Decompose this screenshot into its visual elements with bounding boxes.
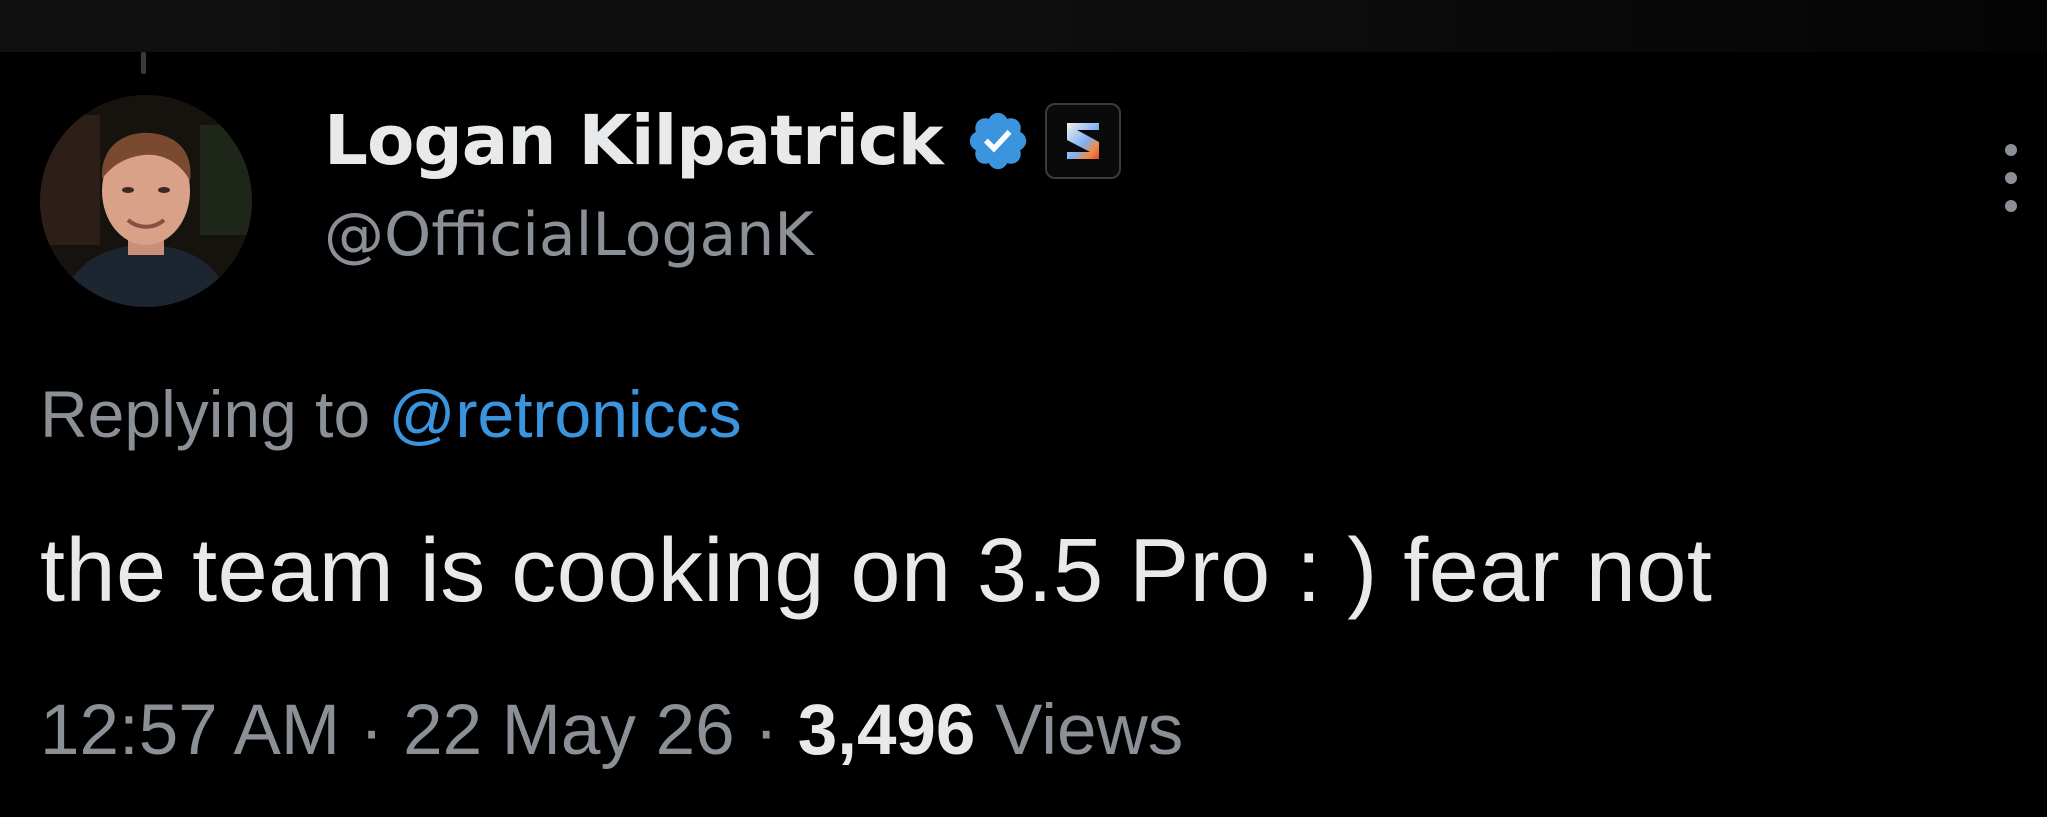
thread-connector-line [141,52,146,74]
views-label: Views [975,691,1184,770]
avatar[interactable] [40,95,252,307]
tweet-time[interactable]: 12:57 AM [40,691,340,770]
reply-context-prefix: Replying to [40,377,389,451]
views-count: 3,496 [797,691,976,770]
author-handle[interactable]: @OfficialLoganK [324,200,814,270]
tweet-text: the team is cooking on 3.5 Pro : ) fear … [40,521,1713,621]
tweet-date[interactable]: 22 May 26 [403,691,735,770]
affiliate-logo-icon[interactable] [1044,103,1121,179]
reply-mention-link[interactable]: @retroniccs [389,377,742,451]
more-options-icon[interactable] [2000,138,2022,218]
reply-context: Replying to @retroniccs [40,376,742,452]
meta-separator: · [339,691,404,770]
tweet-meta: 12:57 AM · 22 May 26 · 3,496 Views [40,690,1183,771]
top-bar [0,0,2047,52]
verified-badge-icon [969,112,1026,170]
author-display-name[interactable]: Logan Kilpatrick [324,101,944,181]
meta-separator: · [734,691,798,770]
author-name-row: Logan Kilpatrick [324,96,1121,186]
